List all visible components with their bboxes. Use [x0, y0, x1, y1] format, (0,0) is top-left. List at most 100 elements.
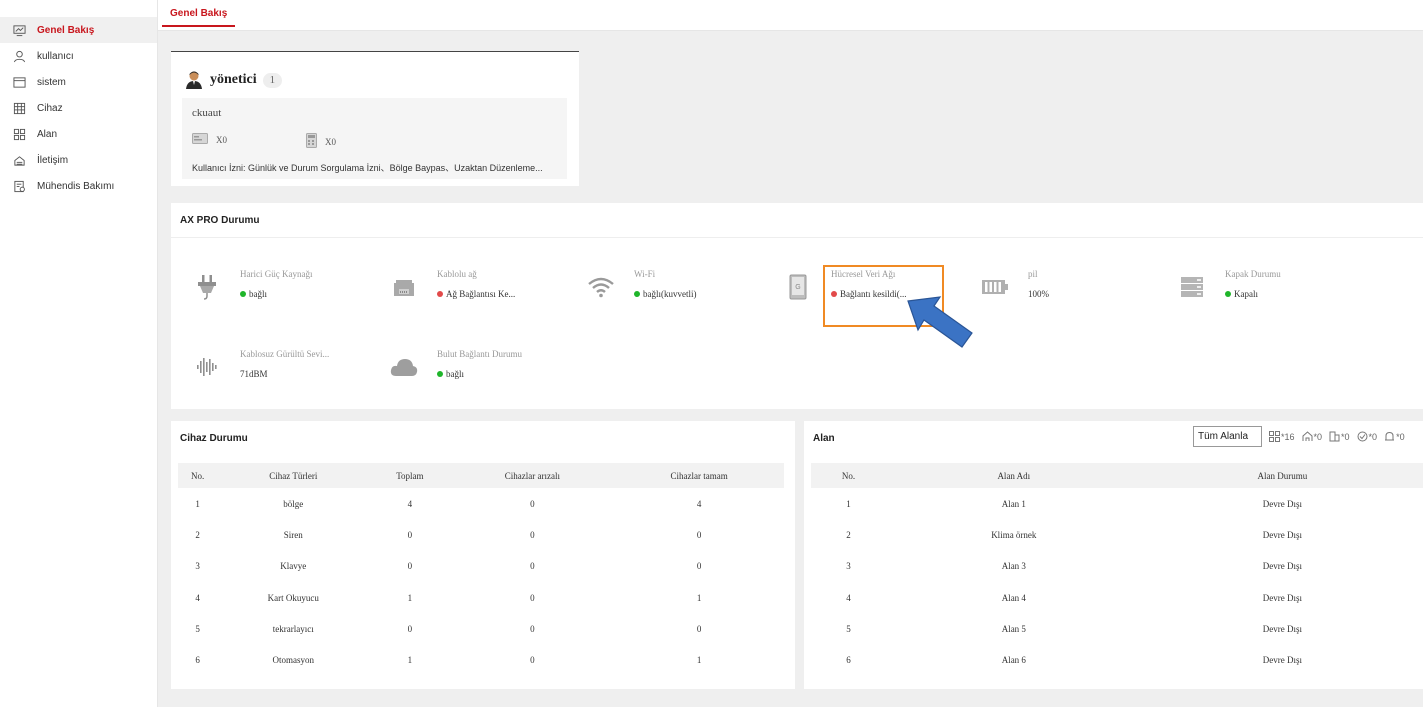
status-value: Ağ Bağlantısı Ke... [437, 289, 515, 299]
status-external-power: Harici Güç Kaynağı bağlı [192, 269, 392, 309]
status-dot [437, 291, 443, 297]
status-dot [437, 371, 443, 377]
noise-icon [192, 353, 222, 381]
sidebar: Genel Bakış kullanıcı sistem Cihaz Alan … [0, 0, 158, 707]
wifi-icon [586, 273, 616, 301]
admin-avatar-icon [184, 70, 204, 90]
status-wired-network: Kablolu ağ Ağ Bağlantısı Ke... [389, 269, 589, 309]
user-role-title: yönetici 1 [184, 70, 283, 90]
device-status-title: Cihaz Durumu [180, 433, 248, 444]
area-home-count: *0 [1302, 431, 1322, 442]
keypad-count: X0 [306, 133, 336, 150]
table-row: 2 Siren 0 0 0 [195, 529, 702, 540]
user-role: yönetici [210, 72, 257, 87]
grid-icon [12, 127, 26, 141]
tab-bar: Genel Bakış [158, 0, 1423, 31]
area-filter-select[interactable]: Tüm Alanla [1193, 426, 1262, 447]
table-row: 3 Alan 3 Devre Dışı [846, 561, 1302, 572]
svg-text:G: G [795, 284, 800, 291]
monitor-icon [12, 23, 26, 37]
device-status-table: No. Cihaz Türleri Toplam Cihazlar arızal… [178, 463, 784, 676]
sidebar-item-genel-bakis[interactable]: Genel Bakış [0, 17, 157, 43]
device-icon [12, 101, 26, 115]
column-header: Toplam [369, 463, 451, 488]
user-count-badge: 1 [262, 72, 283, 88]
device-status-card: Cihaz Durumu No. Cihaz Türleri Toplam Ci… [171, 421, 795, 689]
column-header: No. [178, 463, 218, 488]
status-label: pil [1028, 269, 1038, 279]
area-disarm-count: *0 [1357, 431, 1377, 442]
status-battery: pil 100% [980, 269, 1180, 309]
status-value: 100% [1028, 289, 1049, 299]
sidebar-item-label: Alan [37, 128, 58, 140]
cloud-icon [389, 353, 419, 381]
user-icon [12, 49, 26, 63]
status-label: Wi-Fi [634, 269, 656, 279]
maintenance-icon [12, 179, 26, 193]
communication-icon [12, 153, 26, 167]
plug-icon [192, 273, 222, 301]
area-alarm-count: *0 [1384, 431, 1405, 442]
sidebar-item-label: Genel Bakış [37, 24, 95, 36]
status-value: bağlı [437, 369, 464, 379]
bell-icon [1385, 431, 1395, 441]
area-total-count: *16 [1269, 431, 1295, 442]
status-dot [634, 291, 640, 297]
status-label: Kapak Durumu [1225, 269, 1281, 279]
user-card: yönetici 1 ckuaut X0 X0 Kullanıcı İzni: … [171, 51, 579, 186]
sidebar-item-label: Cihaz [37, 102, 63, 114]
column-header: Alan Durumu [1141, 463, 1423, 488]
window-icon [12, 75, 26, 89]
sidebar-item-kullanici[interactable]: kullanıcı [0, 43, 157, 69]
user-detail-box: ckuaut X0 X0 Kullanıcı İzni: Günlük ve D… [182, 98, 567, 179]
area-filter-bar: Tüm Alanla *16 *0 *0 *0 *0 [1193, 426, 1405, 447]
table-row: 3 Klavye 0 0 0 [195, 561, 702, 572]
area-card: Alan Tüm Alanla *16 *0 *0 *0 *0 No. Alan… [804, 421, 1423, 689]
user-permission: Kullanıcı İzni: Günlük ve Durum Sorgulam… [192, 163, 543, 173]
area-table: No. Alan Adı Alan Durumu 1 Alan 1 Devre Dı… [811, 463, 1423, 676]
building-icon [1329, 431, 1340, 442]
status-wifi: Wi-Fi bağlı(kuvvetli) [586, 269, 786, 309]
column-header: Cihazlar tamam [614, 463, 784, 488]
sidebar-item-iletisim[interactable]: İletişim [0, 147, 157, 173]
grid-icon [1269, 431, 1280, 442]
battery-icon [980, 273, 1010, 301]
status-cover: Kapak Durumu Kapalı [1177, 269, 1377, 309]
sidebar-item-muhendis-bakimi[interactable]: Mühendis Bakımı [0, 173, 157, 199]
status-label: Bulut Bağlantı Durumu [437, 349, 522, 359]
table-row: 4 Alan 4 Devre Dışı [846, 592, 1302, 603]
table-row: 6 Otomasyon 1 0 1 [195, 655, 702, 666]
keypad-icon [306, 133, 317, 150]
status-value: 71dBM [240, 369, 268, 379]
sidebar-item-label: İletişim [37, 154, 69, 166]
tab-genel-bakis[interactable]: Genel Bakış [162, 8, 236, 27]
column-header: Cihaz Türleri [217, 463, 370, 488]
sidebar-item-sistem[interactable]: sistem [0, 69, 157, 95]
sidebar-item-cihaz[interactable]: Cihaz [0, 95, 157, 121]
status-value: bağlı(kuvvetli) [634, 289, 697, 299]
pointer-arrow-icon [906, 293, 978, 354]
card-count: X0 [192, 133, 227, 146]
table-row: 4 Kart Okuyucu 1 0 1 [195, 592, 702, 603]
shield-icon [1357, 431, 1368, 442]
column-header: Cihazlar arızalı [450, 463, 615, 488]
area-away-count: *0 [1329, 431, 1350, 442]
status-card: AX PRO Durumu Harici Güç Kaynağı bağlı K… [171, 203, 1423, 409]
status-label: Kablosuz Gürültü Sevi... [240, 349, 330, 359]
table-row: 2 Klima örnek Devre Dışı [846, 529, 1302, 540]
table-row: 1 Alan 1 Devre Dışı [846, 498, 1302, 509]
table-row: 5 tekrarlayıcı 0 0 0 [195, 623, 702, 634]
sidebar-item-alan[interactable]: Alan [0, 121, 157, 147]
table-row: 5 Alan 5 Devre Dışı [846, 623, 1302, 634]
status-cloud-connection: Bulut Bağlantı Durumu bağlı [389, 349, 589, 389]
cover-icon [1177, 273, 1207, 301]
table-row: 6 Alan 6 Devre Dışı [846, 655, 1302, 666]
status-value: bağlı [240, 289, 267, 299]
sim-card-icon: G [783, 273, 813, 301]
status-wireless-noise: Kablosuz Gürültü Sevi... 71dBM [192, 349, 392, 389]
column-header: No. [811, 463, 886, 488]
status-value: Kapalı [1225, 289, 1258, 299]
sidebar-item-label: kullanıcı [37, 50, 74, 62]
status-dot [1225, 291, 1231, 297]
area-title: Alan [813, 433, 835, 444]
